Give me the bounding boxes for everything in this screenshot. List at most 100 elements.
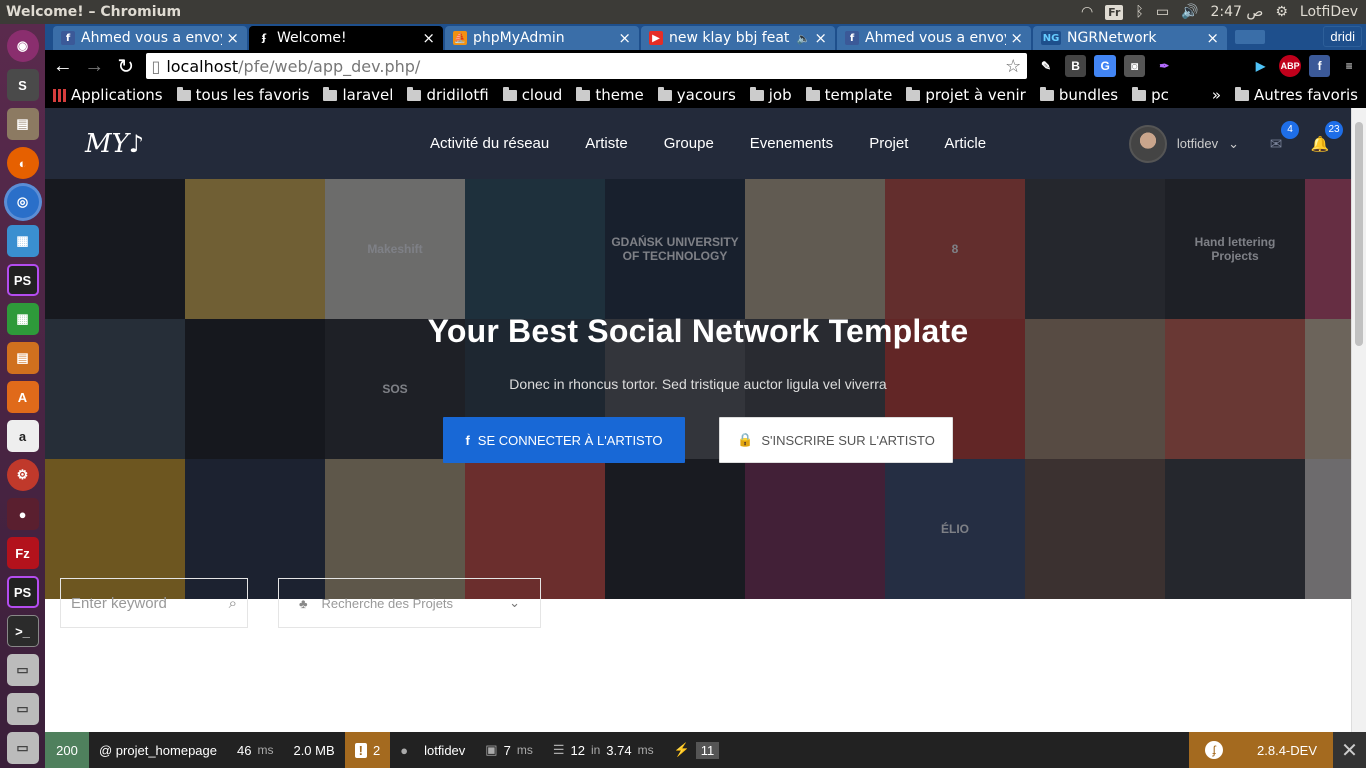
close-icon[interactable]: × <box>1010 29 1023 47</box>
render-panel[interactable]: ▣ 7 ms <box>475 732 543 768</box>
close-icon[interactable]: × <box>1206 29 1219 47</box>
menu-icon[interactable]: ≡ <box>1338 55 1360 77</box>
twig-panel[interactable]: ⚡ 11 <box>664 732 730 768</box>
close-icon[interactable]: × <box>422 29 435 47</box>
register-button[interactable]: 🔒 S'INSCRIRE SUR L'ARTISTO <box>719 417 953 463</box>
avatar[interactable] <box>1128 124 1167 163</box>
folder-icon <box>323 86 338 101</box>
messages-button[interactable]: ✉ 4 <box>1263 120 1299 157</box>
bookmark-folder[interactable]: tous les favoris <box>176 86 309 104</box>
site-logo[interactable]: MY♪ <box>85 129 165 159</box>
notifications-button[interactable]: 🔔 23 <box>1307 120 1343 157</box>
camera-icon[interactable]: ◙ <box>1123 55 1146 77</box>
warnings-panel[interactable]: ! 2 <box>344 732 391 768</box>
filezilla-icon[interactable]: Fz <box>6 537 39 569</box>
phpstorm-icon[interactable]: PS <box>6 576 39 608</box>
bookmark-folder[interactable]: job <box>749 86 792 104</box>
files-icon[interactable]: ▤ <box>6 108 39 140</box>
profile-button[interactable]: dridi <box>1323 26 1362 47</box>
wifi-icon[interactable]: ◠ <box>1081 4 1093 20</box>
symfony-version-panel[interactable]: ʄ 2.8.4-DEV <box>1189 732 1333 768</box>
bookmark-applications[interactable]: Applications <box>53 86 163 104</box>
ubuntu-icon[interactable]: ◉ <box>6 30 39 62</box>
user-panel[interactable]: ● lotfidev <box>390 732 475 768</box>
drive-icon[interactable]: ▭ <box>6 732 39 764</box>
bookmark-folder[interactable]: pc <box>1132 86 1169 104</box>
menu-item-projet[interactable]: Projet <box>869 135 908 152</box>
bookmark-folder[interactable]: laravel <box>323 86 393 104</box>
tab-phpmyadmin[interactable]: ⛵ phpMyAdmin × <box>445 26 639 50</box>
session-user[interactable]: LotfiDev <box>1300 4 1358 20</box>
firefox-icon[interactable]: ◐ <box>6 147 39 179</box>
time-panel[interactable]: 46 ms <box>227 732 283 768</box>
close-icon[interactable]: × <box>814 29 827 47</box>
facebook-connect-button[interactable]: f SE CONNECTER À L'ARTISTO <box>443 417 685 463</box>
route-panel[interactable]: @ projet_homepage <box>89 732 227 768</box>
page-scrollbar[interactable] <box>1351 108 1366 732</box>
address-bar[interactable]: ▯ localhost/pfe/web/app_dev.php/ ☆ <box>145 53 1028 79</box>
status-code-badge[interactable]: 200 <box>45 732 89 768</box>
bookmark-folder[interactable]: projet à venir <box>906 86 1026 104</box>
feather-icon[interactable]: ✒ <box>1153 55 1175 77</box>
menu-item-evenements[interactable]: Evenements <box>750 135 833 152</box>
software-center-icon[interactable]: A <box>6 381 39 413</box>
new-tab-button[interactable] <box>1235 30 1265 44</box>
drive-icon[interactable]: ▭ <box>6 654 39 686</box>
sublime-icon[interactable]: S <box>6 69 39 101</box>
bookmark-star-icon[interactable]: ☆ <box>1005 56 1021 77</box>
close-icon[interactable]: × <box>618 29 631 47</box>
reload-icon[interactable]: ↻ <box>114 54 138 78</box>
play-extension-icon[interactable]: ▶ <box>1249 55 1272 77</box>
settings-icon[interactable]: ⚙ <box>6 459 39 491</box>
facebook-icon[interactable]: f <box>1308 55 1331 77</box>
volume-icon[interactable]: 🔊 <box>1181 4 1198 20</box>
bookmark-folder[interactable]: theme <box>576 86 644 104</box>
impress-icon[interactable]: ▤ <box>6 342 39 374</box>
bookmark-folder[interactable]: yacours <box>657 86 736 104</box>
scrollbar-thumb[interactable] <box>1355 122 1363 346</box>
writer-icon[interactable]: ▦ <box>6 225 39 257</box>
keyboard-layout-indicator[interactable]: Fr <box>1105 4 1124 20</box>
phpstorm-icon[interactable]: PS <box>6 264 39 296</box>
bookmarks-overflow-button[interactable]: » <box>1212 86 1221 104</box>
menu-item-groupe[interactable]: Groupe <box>664 135 714 152</box>
adblock-icon[interactable]: ABP <box>1279 55 1301 77</box>
calc-icon[interactable]: ▦ <box>6 303 39 335</box>
back-arrow-icon[interactable]: ← <box>51 54 75 78</box>
close-icon[interactable]: ✕ <box>1333 732 1366 768</box>
keyword-search-input[interactable]: Enter keyword ⌕ <box>60 578 248 628</box>
menu-item-activite[interactable]: Activité du réseau <box>430 135 549 152</box>
terminal-icon[interactable]: >_ <box>6 615 39 647</box>
pen-tool-icon[interactable]: ✎ <box>1035 55 1057 77</box>
clock[interactable]: 2:47 ص <box>1211 4 1264 20</box>
bookmark-folder[interactable]: template <box>805 86 892 104</box>
tab-facebook-1[interactable]: f Ahmed vous a envoy × <box>53 26 247 50</box>
translate-icon[interactable]: G <box>1094 55 1116 77</box>
ssh-icon[interactable]: ● <box>6 498 39 530</box>
bluetooth-icon[interactable]: ᛒ <box>1135 4 1143 20</box>
other-bookmarks[interactable]: Autres favoris <box>1235 86 1358 104</box>
amazon-icon[interactable]: a <box>6 420 39 452</box>
username[interactable]: lotfidev <box>1177 136 1218 151</box>
tab-welcome[interactable]: ʄ Welcome! × <box>249 26 443 50</box>
bookmark-folder[interactable]: cloud <box>502 86 562 104</box>
search-icon[interactable]: ⌕ <box>229 595 237 612</box>
drive-icon[interactable]: ▭ <box>6 693 39 725</box>
chevron-down-icon[interactable]: ⌄ <box>1228 136 1239 152</box>
project-search-select[interactable]: ♣ Recherche des Projets ⌄ <box>278 578 541 628</box>
tab-youtube[interactable]: ▶ new klay bbj feat 🔈 × <box>641 26 835 50</box>
menu-item-artiste[interactable]: Artiste <box>585 135 628 152</box>
bookmark-folder[interactable]: bundles <box>1039 86 1118 104</box>
chromium-icon[interactable]: ◎ <box>6 186 39 218</box>
memory-panel[interactable]: 2.0 MB <box>283 732 344 768</box>
gear-icon[interactable]: ⚙ <box>1275 4 1288 20</box>
bookmark-folder[interactable]: dridilotfi <box>407 86 489 104</box>
menu-item-article[interactable]: Article <box>944 135 986 152</box>
database-panel[interactable]: ☰ 12 in 3.74 ms <box>543 732 664 768</box>
battery-icon[interactable]: ▭ <box>1156 4 1169 20</box>
b-extension-icon[interactable]: B <box>1064 55 1087 77</box>
close-icon[interactable]: × <box>226 29 239 47</box>
forward-arrow-icon[interactable]: → <box>83 54 107 78</box>
tab-ngrnetwork[interactable]: NG NGRNetwork × <box>1033 26 1227 50</box>
tab-facebook-2[interactable]: f Ahmed vous a envoy × <box>837 26 1031 50</box>
